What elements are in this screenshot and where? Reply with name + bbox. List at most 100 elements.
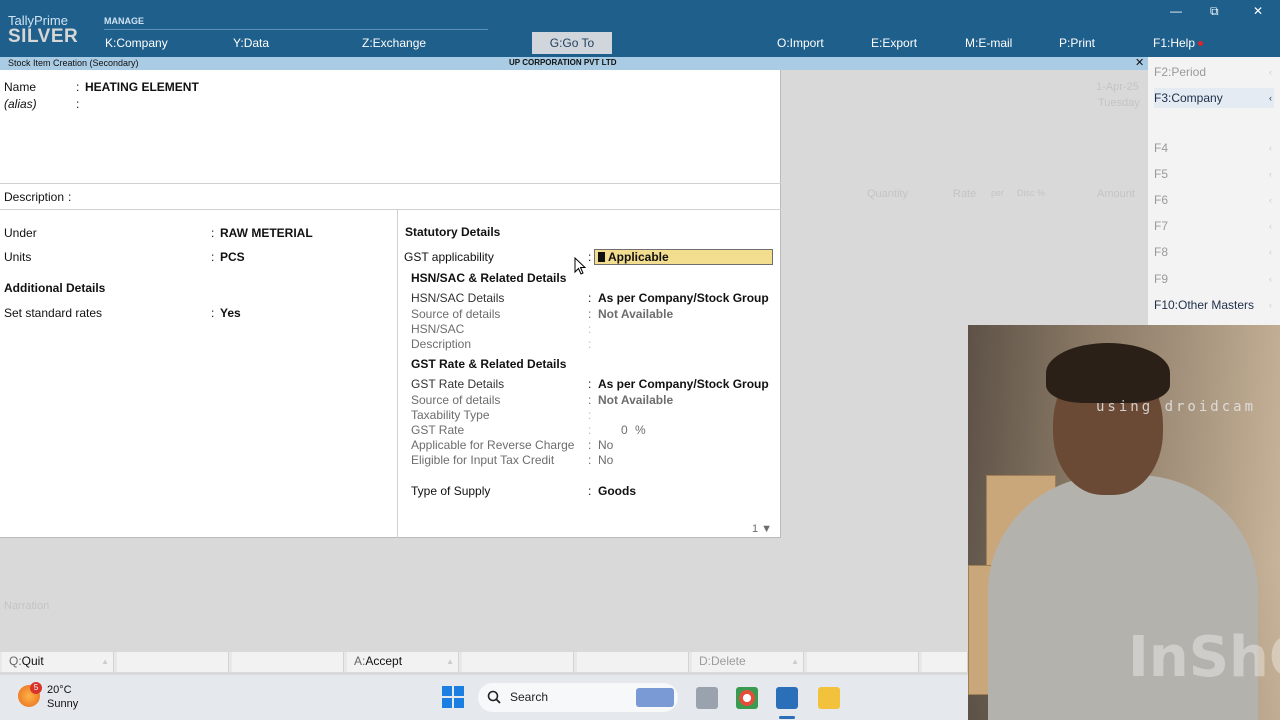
droidcam-watermark: using droidcam — [1096, 399, 1257, 415]
colon: : — [588, 453, 592, 467]
menu-print[interactable]: P:Print — [1059, 36, 1095, 50]
button-label: Delete — [711, 654, 746, 668]
f3-company-button[interactable]: F3:Company ‹ — [1154, 88, 1274, 108]
menu-help[interactable]: F1:Help — [1153, 36, 1204, 50]
colon: : — [211, 306, 215, 320]
file-explorer-icon[interactable] — [818, 687, 840, 709]
standard-rates-field[interactable]: Yes — [220, 306, 241, 320]
units-label: Units — [4, 250, 32, 264]
quit-button[interactable]: Q:Quit ▲ — [2, 652, 114, 672]
menu-import[interactable]: O:Import — [777, 36, 824, 50]
chevron-up-icon: ▲ — [446, 657, 454, 666]
divider — [0, 183, 781, 184]
f9-button[interactable]: F9 ‹ — [1154, 269, 1274, 289]
chevron-icon: ‹ — [1269, 300, 1272, 310]
delete-button[interactable]: D:Delete ▲ — [692, 652, 804, 672]
menu-key: G: — [549, 36, 563, 50]
menu-key: Y: — [233, 36, 244, 50]
menu-email[interactable]: M:E-mail — [965, 36, 1012, 50]
taskbar-search-input[interactable]: Search — [478, 683, 678, 712]
supply-type-field[interactable]: Goods — [598, 484, 636, 498]
menu-data[interactable]: Y:Data — [233, 36, 269, 50]
name-field[interactable]: HEATING ELEMENT — [85, 80, 199, 94]
manage-label: MANAGE — [104, 16, 144, 26]
chevron-icon: ‹ — [1269, 221, 1272, 231]
manage-divider — [104, 29, 488, 30]
f2-period-button[interactable]: F2:Period ‹ — [1154, 62, 1274, 82]
restore-icon[interactable]: ⧉ — [1210, 4, 1219, 19]
additional-details-heading: Additional Details — [4, 281, 106, 295]
colon: : — [76, 97, 80, 111]
empty-button[interactable] — [577, 652, 689, 672]
units-field[interactable]: PCS — [220, 250, 245, 264]
f8-button[interactable]: F8 ‹ — [1154, 242, 1274, 262]
screen-title: Stock Item Creation (Secondary) — [8, 58, 139, 68]
hsn-source-label: Source of details — [411, 307, 501, 321]
f6-button[interactable]: F6 ‹ — [1154, 190, 1274, 210]
windows-start-icon[interactable] — [442, 686, 464, 708]
button-label: F4 — [1154, 141, 1169, 155]
gst-rate-details-field[interactable]: As per Company/Stock Group — [598, 377, 769, 391]
menu-label: Import — [789, 36, 824, 50]
gst-rate-value: 0 — [621, 423, 628, 437]
empty-button[interactable] — [117, 652, 229, 672]
menu-label: Export — [882, 36, 918, 50]
gst-applicability-label: GST applicability — [404, 250, 494, 264]
empty-button[interactable] — [462, 652, 574, 672]
page-indicator[interactable]: 1 ▼ — [752, 523, 772, 535]
f10-other-masters-button[interactable]: F10:Other Masters ‹ — [1154, 295, 1274, 315]
search-placeholder: Search — [510, 690, 549, 704]
chrome-icon[interactable] — [736, 687, 758, 709]
colon: : — [211, 226, 215, 240]
under-field[interactable]: RAW METERIAL — [220, 226, 313, 240]
f7-button[interactable]: F7 ‹ — [1154, 216, 1274, 236]
app-logo: TallyPrime SILVER — [8, 13, 78, 48]
temperature: 20°C — [47, 684, 72, 696]
tally-app-icon[interactable] — [776, 687, 798, 709]
divider — [397, 209, 398, 538]
inshot-watermark: InShOt — [1128, 625, 1280, 690]
minimize-icon[interactable]: — — [1170, 4, 1182, 18]
stock-item-form: Name : HEATING ELEMENT (alias) : Descrip… — [0, 70, 781, 538]
button-label: Accept — [365, 654, 403, 668]
chevron-icon: ‹ — [1269, 195, 1272, 205]
bg-disc-header: Disc % — [1017, 188, 1046, 198]
empty-button[interactable] — [922, 652, 968, 672]
chevron-icon: ‹ — [1269, 143, 1272, 153]
accept-button[interactable]: A:Accept ▲ — [347, 652, 459, 672]
menu-company[interactable]: K:Company — [105, 36, 168, 50]
close-icon[interactable]: ✕ — [1253, 4, 1263, 18]
menu-exchange[interactable]: Z:Exchange — [362, 36, 426, 50]
empty-button[interactable] — [232, 652, 344, 672]
company-name: UP CORPORATION PVT LTD — [509, 58, 617, 67]
hsn-section-heading: HSN/SAC & Related Details — [411, 271, 567, 285]
f5-button[interactable]: F5 ‹ — [1154, 164, 1274, 184]
button-label: F6 — [1154, 193, 1169, 207]
button-label: F7 — [1154, 219, 1169, 233]
menu-label: Help — [1170, 36, 1196, 50]
button-key: F2: — [1154, 65, 1172, 79]
screen-close-icon[interactable]: ✕ — [1135, 56, 1144, 69]
colon: : — [588, 250, 592, 264]
menu-key: P: — [1059, 36, 1071, 50]
menu-goto[interactable]: G:Go To — [532, 32, 612, 54]
search-highlight-icon — [636, 688, 674, 707]
button-label: Period — [1171, 65, 1207, 79]
menu-key: E: — [871, 36, 883, 50]
chevron-icon: ‹ — [1269, 169, 1272, 179]
task-view-icon[interactable] — [696, 687, 718, 709]
menu-key: O: — [777, 36, 790, 50]
gst-applicability-field[interactable]: Applicable — [594, 249, 773, 265]
colon: : — [588, 393, 592, 407]
bg-date: 1-Apr-25 — [1096, 81, 1139, 93]
f4-button[interactable]: F4 ‹ — [1154, 138, 1274, 158]
colon: : — [68, 190, 72, 204]
hsn-details-field[interactable]: As per Company/Stock Group — [598, 291, 769, 305]
menu-export[interactable]: E:Export — [871, 36, 917, 50]
right-button-panel: F2:Period ‹ F3:Company ‹ F4 ‹ F5 ‹ F6 ‹ F7 ‹ F… — [1148, 57, 1280, 325]
empty-button[interactable] — [807, 652, 919, 672]
chevron-icon: ‹ — [1269, 67, 1272, 77]
button-label: Quit — [21, 654, 44, 668]
gst-source-label: Source of details — [411, 393, 501, 407]
bg-amount-header: Amount — [1097, 188, 1135, 200]
